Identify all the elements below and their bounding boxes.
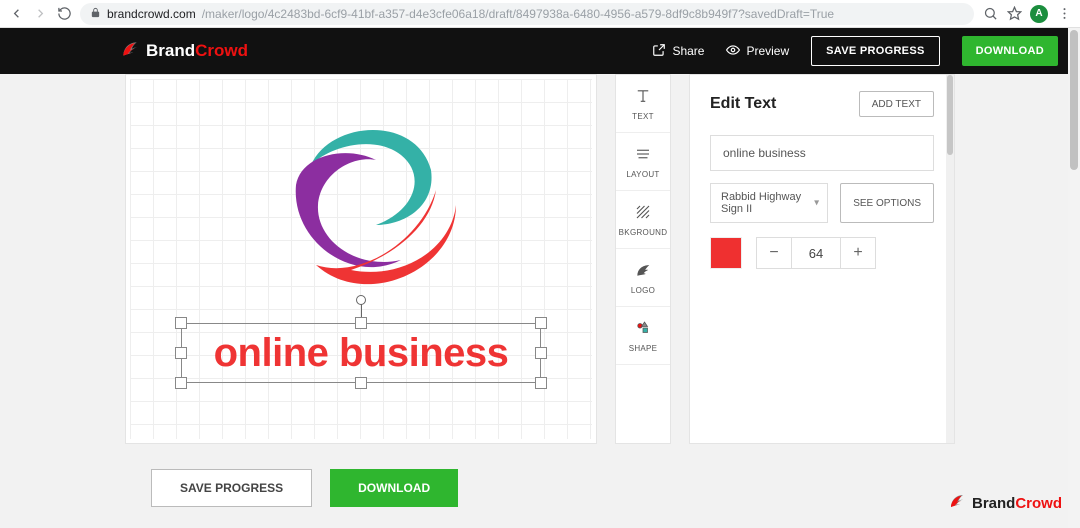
resize-handle-br[interactable] — [535, 377, 547, 389]
tool-shape-label: SHAPE — [629, 344, 658, 353]
shape-icon — [634, 319, 652, 339]
resize-handle-ml[interactable] — [175, 347, 187, 359]
text-selection[interactable]: online business — [181, 323, 541, 383]
app-header: BrandCrowd Share Preview SAVE PROGRESS D… — [0, 28, 1080, 74]
profile-avatar[interactable]: A — [1030, 5, 1048, 23]
resize-handle-tl[interactable] — [175, 317, 187, 329]
panel-scrollbar[interactable] — [946, 75, 954, 443]
resize-handle-bm[interactable] — [355, 377, 367, 389]
feather-icon — [948, 492, 966, 514]
logo-mark[interactable] — [256, 110, 466, 315]
resize-handle-bl[interactable] — [175, 377, 187, 389]
tool-column: TEXT LAYOUT BKGROUND LOGO SHAPE — [615, 74, 671, 444]
lock-icon — [90, 7, 101, 21]
logo-canvas[interactable]: online business — [125, 74, 597, 444]
footer-brand-part2: Crowd — [1015, 495, 1062, 512]
brand-logo[interactable]: BrandCrowd — [120, 39, 248, 64]
tool-bkground[interactable]: BKGROUND — [616, 191, 670, 249]
download-button[interactable]: DOWNLOAD — [962, 36, 1058, 66]
browser-chrome: brandcrowd.com/maker/logo/4c2483bd-6cf9-… — [0, 0, 1080, 28]
color-swatch[interactable] — [710, 237, 742, 269]
tool-text[interactable]: TEXT — [616, 75, 670, 133]
preview-button[interactable]: Preview — [726, 43, 789, 60]
edit-text-panel: Edit Text ADD TEXT Rabbid Highway Sign I… — [689, 74, 955, 444]
resize-handle-mr[interactable] — [535, 347, 547, 359]
back-icon[interactable] — [8, 6, 24, 22]
bottom-actions: SAVE PROGRESS DOWNLOAD — [151, 458, 955, 518]
tool-layout[interactable]: LAYOUT — [616, 133, 670, 191]
reload-icon[interactable] — [56, 6, 72, 22]
panel-title: Edit Text — [710, 95, 776, 113]
forward-icon[interactable] — [32, 6, 48, 22]
rotate-handle[interactable] — [356, 295, 366, 305]
save-progress-button-bottom[interactable]: SAVE PROGRESS — [151, 469, 312, 507]
see-options-button[interactable]: SEE OPTIONS — [840, 183, 934, 223]
share-label: Share — [672, 44, 704, 58]
tool-bkground-label: BKGROUND — [619, 228, 668, 237]
footer-brand-part1: Brand — [972, 495, 1015, 512]
increase-button[interactable]: + — [840, 237, 876, 269]
text-input[interactable] — [710, 135, 934, 171]
zoom-icon[interactable] — [982, 6, 998, 22]
share-icon — [652, 43, 666, 60]
tool-text-label: TEXT — [632, 112, 654, 121]
save-progress-button[interactable]: SAVE PROGRESS — [811, 36, 939, 66]
download-button-bottom[interactable]: DOWNLOAD — [330, 469, 458, 507]
font-size-stepper: − 64 + — [756, 237, 876, 269]
footer-brand: BrandCrowd — [948, 492, 1062, 514]
resize-handle-tr[interactable] — [535, 317, 547, 329]
url-host: brandcrowd.com — [107, 7, 196, 21]
text-icon — [634, 87, 652, 107]
kebab-icon[interactable] — [1056, 6, 1072, 22]
layout-icon — [634, 145, 652, 165]
preview-label: Preview — [746, 44, 789, 58]
tool-logo-label: LOGO — [631, 286, 655, 295]
resize-handle-tm[interactable] — [355, 317, 367, 329]
brand-text: BrandCrowd — [146, 41, 248, 61]
add-text-button[interactable]: ADD TEXT — [859, 91, 934, 117]
star-icon[interactable] — [1006, 6, 1022, 22]
rotate-line — [361, 303, 362, 317]
tool-layout-label: LAYOUT — [626, 170, 659, 179]
share-button[interactable]: Share — [652, 43, 704, 60]
decrease-button[interactable]: − — [756, 237, 792, 269]
logo-icon — [634, 261, 652, 281]
selection-border — [181, 323, 541, 383]
bkground-icon — [634, 203, 652, 223]
tool-logo[interactable]: LOGO — [616, 249, 670, 307]
address-bar[interactable]: brandcrowd.com/maker/logo/4c2483bd-6cf9-… — [80, 3, 974, 25]
tool-shape[interactable]: SHAPE — [616, 307, 670, 365]
font-size-value: 64 — [792, 237, 840, 269]
url-path: /maker/logo/4c2483bd-6cf9-41bf-a357-d4e3… — [202, 7, 834, 21]
font-select[interactable]: Rabbid Highway Sign II — [710, 183, 828, 223]
feather-icon — [120, 39, 140, 64]
font-select-value: Rabbid Highway Sign II — [721, 191, 803, 215]
eye-icon — [726, 43, 740, 60]
